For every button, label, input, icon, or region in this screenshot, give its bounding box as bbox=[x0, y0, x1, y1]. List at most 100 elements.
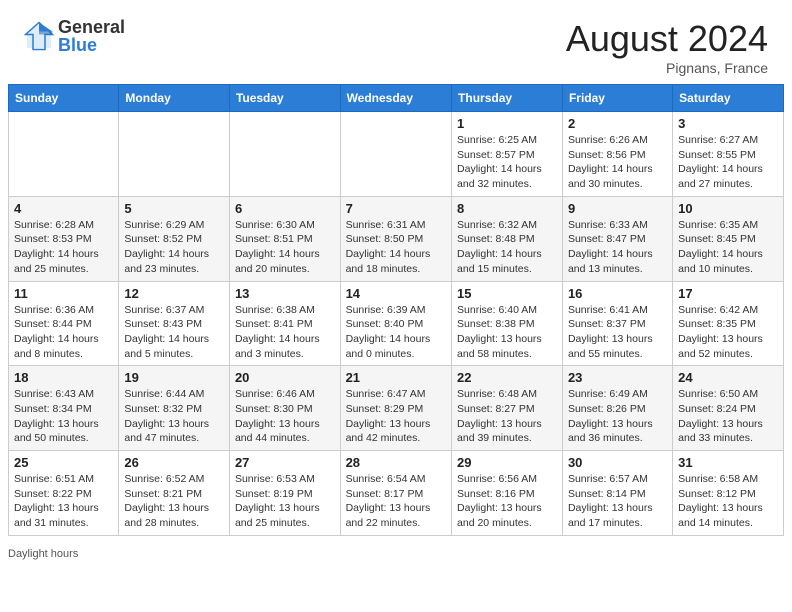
logo: General Blue bbox=[24, 18, 125, 54]
day-number: 5 bbox=[124, 201, 224, 216]
week-row-3: 11 Sunrise: 6:36 AM Sunset: 8:44 PM Dayli… bbox=[9, 281, 784, 366]
calendar-cell: 19 Sunrise: 6:44 AM Sunset: 8:32 PM Dayli… bbox=[119, 366, 230, 451]
header-row: SundayMondayTuesdayWednesdayThursdayFrid… bbox=[9, 85, 784, 112]
day-number: 26 bbox=[124, 455, 224, 470]
day-info: Sunrise: 6:36 AM Sunset: 8:44 PM Dayligh… bbox=[14, 303, 113, 362]
day-number: 25 bbox=[14, 455, 113, 470]
calendar-cell: 3Sunrise: 6:27 AM Sunset: 8:55 PM Daylig… bbox=[673, 112, 784, 197]
day-info: Sunrise: 6:50 AM Sunset: 8:24 PM Dayligh… bbox=[678, 387, 778, 446]
day-number: 19 bbox=[124, 370, 224, 385]
day-number: 4 bbox=[14, 201, 113, 216]
calendar-cell: 5 Sunrise: 6:29 AM Sunset: 8:52 PM Daylig… bbox=[119, 196, 230, 281]
calendar-cell bbox=[9, 112, 119, 197]
logo-blue-text: Blue bbox=[58, 36, 125, 54]
calendar-cell: 1Sunrise: 6:25 AM Sunset: 8:57 PM Daylig… bbox=[452, 112, 563, 197]
day-number: 15 bbox=[457, 286, 557, 301]
day-number: 11 bbox=[14, 286, 113, 301]
day-number: 27 bbox=[235, 455, 335, 470]
week-row-4: 18 Sunrise: 6:43 AM Sunset: 8:34 PM Dayli… bbox=[9, 366, 784, 451]
calendar-cell bbox=[229, 112, 340, 197]
day-header-saturday: Saturday bbox=[673, 85, 784, 112]
day-info: Sunrise: 6:28 AM Sunset: 8:53 PM Dayligh… bbox=[14, 218, 113, 277]
day-info: Sunrise: 6:27 AM Sunset: 8:55 PM Dayligh… bbox=[678, 133, 778, 192]
day-info: Sunrise: 6:40 AM Sunset: 8:38 PM Dayligh… bbox=[457, 303, 557, 362]
page-header: General Blue August 2024 Pignans, France bbox=[0, 0, 792, 84]
calendar-cell: 13 Sunrise: 6:38 AM Sunset: 8:41 PM Dayli… bbox=[229, 281, 340, 366]
calendar-cell: 11 Sunrise: 6:36 AM Sunset: 8:44 PM Dayli… bbox=[9, 281, 119, 366]
day-info: Sunrise: 6:38 AM Sunset: 8:41 PM Dayligh… bbox=[235, 303, 335, 362]
calendar-cell: 24 Sunrise: 6:50 AM Sunset: 8:24 PM Dayli… bbox=[673, 366, 784, 451]
day-header-thursday: Thursday bbox=[452, 85, 563, 112]
calendar-cell bbox=[119, 112, 230, 197]
calendar-cell: 2 Sunrise: 6:26 AM Sunset: 8:56 PM Daylig… bbox=[562, 112, 672, 197]
calendar-cell: 7Sunrise: 6:31 AM Sunset: 8:50 PM Daylig… bbox=[340, 196, 451, 281]
day-info: Sunrise: 6:32 AM Sunset: 8:48 PM Dayligh… bbox=[457, 218, 557, 277]
day-number: 8 bbox=[457, 201, 557, 216]
week-row-2: 4 Sunrise: 6:28 AM Sunset: 8:53 PM Daylig… bbox=[9, 196, 784, 281]
day-info: Sunrise: 6:57 AM Sunset: 8:14 PM Dayligh… bbox=[568, 472, 667, 531]
calendar-cell: 27 Sunrise: 6:53 AM Sunset: 8:19 PM Dayli… bbox=[229, 451, 340, 536]
day-header-friday: Friday bbox=[562, 85, 672, 112]
day-number: 22 bbox=[457, 370, 557, 385]
day-info: Sunrise: 6:41 AM Sunset: 8:37 PM Dayligh… bbox=[568, 303, 667, 362]
day-info: Sunrise: 6:47 AM Sunset: 8:29 PM Dayligh… bbox=[346, 387, 446, 446]
day-number: 30 bbox=[568, 455, 667, 470]
day-number: 2 bbox=[568, 116, 667, 131]
day-info: Sunrise: 6:48 AM Sunset: 8:27 PM Dayligh… bbox=[457, 387, 557, 446]
day-info: Sunrise: 6:26 AM Sunset: 8:56 PM Dayligh… bbox=[568, 133, 667, 192]
calendar-cell: 28Sunrise: 6:54 AM Sunset: 8:17 PM Dayli… bbox=[340, 451, 451, 536]
day-number: 21 bbox=[346, 370, 446, 385]
day-info: Sunrise: 6:53 AM Sunset: 8:19 PM Dayligh… bbox=[235, 472, 335, 531]
calendar-cell: 6Sunrise: 6:30 AM Sunset: 8:51 PM Daylig… bbox=[229, 196, 340, 281]
day-info: Sunrise: 6:35 AM Sunset: 8:45 PM Dayligh… bbox=[678, 218, 778, 277]
day-info: Sunrise: 6:33 AM Sunset: 8:47 PM Dayligh… bbox=[568, 218, 667, 277]
day-number: 16 bbox=[568, 286, 667, 301]
logo-general-text: General bbox=[58, 18, 125, 36]
day-info: Sunrise: 6:58 AM Sunset: 8:12 PM Dayligh… bbox=[678, 472, 778, 531]
calendar-cell: 20 Sunrise: 6:46 AM Sunset: 8:30 PM Dayli… bbox=[229, 366, 340, 451]
day-number: 12 bbox=[124, 286, 224, 301]
calendar-cell: 18 Sunrise: 6:43 AM Sunset: 8:34 PM Dayli… bbox=[9, 366, 119, 451]
day-number: 17 bbox=[678, 286, 778, 301]
day-info: Sunrise: 6:29 AM Sunset: 8:52 PM Dayligh… bbox=[124, 218, 224, 277]
day-header-wednesday: Wednesday bbox=[340, 85, 451, 112]
day-info: Sunrise: 6:51 AM Sunset: 8:22 PM Dayligh… bbox=[14, 472, 113, 531]
day-info: Sunrise: 6:56 AM Sunset: 8:16 PM Dayligh… bbox=[457, 472, 557, 531]
day-info: Sunrise: 6:31 AM Sunset: 8:50 PM Dayligh… bbox=[346, 218, 446, 277]
daylight-label: Daylight hours bbox=[8, 548, 78, 560]
calendar-cell: 26Sunrise: 6:52 AM Sunset: 8:21 PM Dayli… bbox=[119, 451, 230, 536]
calendar-cell: 8 Sunrise: 6:32 AM Sunset: 8:48 PM Daylig… bbox=[452, 196, 563, 281]
calendar-cell: 4 Sunrise: 6:28 AM Sunset: 8:53 PM Daylig… bbox=[9, 196, 119, 281]
day-info: Sunrise: 6:37 AM Sunset: 8:43 PM Dayligh… bbox=[124, 303, 224, 362]
day-number: 23 bbox=[568, 370, 667, 385]
day-number: 1 bbox=[457, 116, 557, 131]
calendar-cell: 25 Sunrise: 6:51 AM Sunset: 8:22 PM Dayli… bbox=[9, 451, 119, 536]
day-header-monday: Monday bbox=[119, 85, 230, 112]
calendar-cell: 29 Sunrise: 6:56 AM Sunset: 8:16 PM Dayli… bbox=[452, 451, 563, 536]
calendar-cell: 9Sunrise: 6:33 AM Sunset: 8:47 PM Daylig… bbox=[562, 196, 672, 281]
day-number: 6 bbox=[235, 201, 335, 216]
day-info: Sunrise: 6:44 AM Sunset: 8:32 PM Dayligh… bbox=[124, 387, 224, 446]
day-info: Sunrise: 6:49 AM Sunset: 8:26 PM Dayligh… bbox=[568, 387, 667, 446]
location: Pignans, France bbox=[566, 60, 768, 76]
day-number: 10 bbox=[678, 201, 778, 216]
day-info: Sunrise: 6:46 AM Sunset: 8:30 PM Dayligh… bbox=[235, 387, 335, 446]
calendar-cell: 23 Sunrise: 6:49 AM Sunset: 8:26 PM Dayli… bbox=[562, 366, 672, 451]
calendar-cell: 17Sunrise: 6:42 AM Sunset: 8:35 PM Dayli… bbox=[673, 281, 784, 366]
week-row-1: 1Sunrise: 6:25 AM Sunset: 8:57 PM Daylig… bbox=[9, 112, 784, 197]
logo-icon bbox=[24, 21, 54, 51]
day-number: 24 bbox=[678, 370, 778, 385]
day-number: 14 bbox=[346, 286, 446, 301]
day-info: Sunrise: 6:39 AM Sunset: 8:40 PM Dayligh… bbox=[346, 303, 446, 362]
calendar-cell bbox=[340, 112, 451, 197]
day-number: 13 bbox=[235, 286, 335, 301]
day-number: 18 bbox=[14, 370, 113, 385]
day-number: 29 bbox=[457, 455, 557, 470]
calendar-cell: 30 Sunrise: 6:57 AM Sunset: 8:14 PM Dayli… bbox=[562, 451, 672, 536]
title-block: August 2024 Pignans, France bbox=[566, 18, 768, 76]
day-header-sunday: Sunday bbox=[9, 85, 119, 112]
calendar-cell: 14 Sunrise: 6:39 AM Sunset: 8:40 PM Dayli… bbox=[340, 281, 451, 366]
day-number: 20 bbox=[235, 370, 335, 385]
month-title: August 2024 bbox=[566, 18, 768, 60]
day-info: Sunrise: 6:43 AM Sunset: 8:34 PM Dayligh… bbox=[14, 387, 113, 446]
